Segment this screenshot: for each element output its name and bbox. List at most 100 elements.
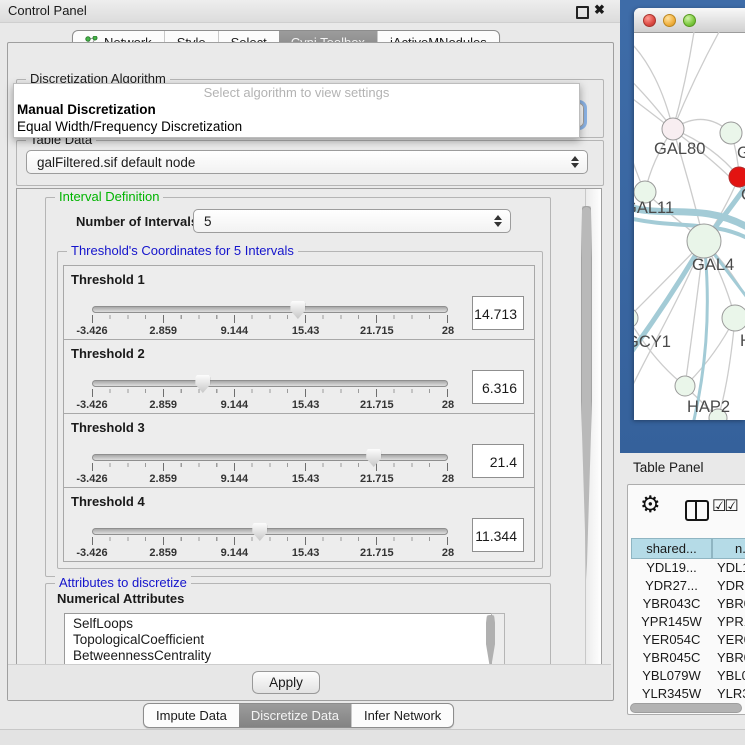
tick-label: -3.426 <box>76 547 107 559</box>
num-intervals-combobox[interactable]: 5 <box>193 209 511 233</box>
network-view-window: GAL80 G C GAL11 GAL4 GCY1 H HAP2 <box>634 8 745 420</box>
tick-label: 15.43 <box>292 399 320 411</box>
column-header-shared[interactable]: shared... <box>631 538 712 559</box>
zoom-traffic-light-icon[interactable] <box>683 14 696 27</box>
close-traffic-light-icon[interactable] <box>643 14 656 27</box>
threshold-slider[interactable]: -3.426 2.859 9.144 15.43 21.715 28 <box>92 526 448 560</box>
table-row[interactable]: YBL079WYBL0... <box>631 667 745 685</box>
tick-label: 28 <box>442 473 454 485</box>
tab-impute-data[interactable]: Impute Data <box>144 704 239 727</box>
slider-tick-labels: -3.426 2.859 9.144 15.43 21.715 28 <box>92 399 448 411</box>
attributes-list-scrollbar[interactable] <box>491 613 505 666</box>
num-intervals-value: 5 <box>204 214 212 229</box>
tick-label: -3.426 <box>76 473 107 485</box>
tick-label: 21.715 <box>360 325 394 337</box>
minimize-traffic-light-icon[interactable] <box>663 14 676 27</box>
table-row[interactable]: YBR045CYBR0... <box>631 649 745 667</box>
numerical-attributes-label: Numerical Attributes <box>57 591 184 606</box>
node-h-partial[interactable] <box>722 305 745 331</box>
table-horizontal-scrollbar[interactable] <box>630 703 742 713</box>
threshold-value-field[interactable]: 14.713 <box>472 296 524 330</box>
table-row[interactable]: YER054CYER0... <box>631 631 745 649</box>
node-label: C <box>741 186 745 204</box>
node-gal80[interactable] <box>662 118 684 140</box>
cyni-mode-tabs: Impute Data Discretize Data Infer Networ… <box>143 703 454 728</box>
popup-option-equal-width-frequency[interactable]: Equal Width/Frequency Discretization <box>14 118 579 135</box>
list-item[interactable]: SelfLoops <box>73 616 504 632</box>
combo-stepper-icon[interactable] <box>494 214 503 228</box>
slider-major-ticks <box>92 537 448 545</box>
settings-vertical-scrollbar[interactable] <box>585 189 601 665</box>
tick-label: 28 <box>442 547 454 559</box>
tick-label: -3.426 <box>76 399 107 411</box>
slider-tick-labels: -3.426 2.859 9.144 15.43 21.715 28 <box>92 325 448 337</box>
threshold-panel: Threshold 2 -3.426 2.859 9.144 15.43 21.… <box>63 339 535 414</box>
slider-major-ticks <box>92 463 448 471</box>
select-columns-checkboxes-icon[interactable]: ☑☑ <box>712 496 737 516</box>
tick-label: 2.859 <box>149 399 177 411</box>
threshold-panel: Threshold 3 -3.426 2.859 9.144 15.43 21.… <box>63 413 535 488</box>
node-hap2[interactable] <box>675 376 695 396</box>
threshold-panel: Threshold 4 -3.426 2.859 9.144 15.43 21.… <box>63 487 535 562</box>
float-window-icon[interactable] <box>576 6 589 19</box>
scrollbar-thumb[interactable] <box>581 206 592 580</box>
numerical-attributes-list[interactable]: SelfLoops TopologicalCoefficient Between… <box>64 613 505 666</box>
combo-stepper-icon[interactable] <box>571 155 580 169</box>
group-title: Interval Definition <box>55 189 163 204</box>
tick-label: 21.715 <box>360 473 394 485</box>
node-selected-red[interactable] <box>729 167 745 187</box>
network-window-titlebar[interactable] <box>634 8 745 33</box>
table-panel-title: Table Panel <box>633 460 704 475</box>
gear-icon[interactable]: ⚙ <box>640 491 661 518</box>
algorithm-settings-scrollpane: Interval Definition Number of Intervals … <box>16 188 602 666</box>
tick-label: 15.43 <box>292 473 320 485</box>
column-header-name[interactable]: n... <box>712 538 745 559</box>
node-label: GAL80 <box>654 140 705 158</box>
table-row[interactable]: YPR145WYPR1... <box>631 613 745 631</box>
close-icon[interactable]: ✖ <box>594 2 605 18</box>
node-label: H <box>740 332 745 350</box>
table-row[interactable]: YDR27...YDR2... <box>631 577 745 595</box>
table-rows: YDL19...YDL1... YDR27...YDR2... YBR043CY… <box>631 559 745 702</box>
tick-label: -3.426 <box>76 325 107 337</box>
node-gcy1[interactable] <box>634 308 638 328</box>
tick-label: 2.859 <box>149 547 177 559</box>
threshold-value-field[interactable]: 6.316 <box>472 370 524 404</box>
table-row[interactable]: YBR043CYBR0... <box>631 595 745 613</box>
node-partial-top-right[interactable] <box>720 122 742 144</box>
table-data-value: galFiltered.sif default node <box>37 155 195 170</box>
threshold-value-field[interactable]: 11.344 <box>472 518 524 552</box>
slider-track[interactable] <box>92 454 448 461</box>
slider-track[interactable] <box>92 380 448 387</box>
tick-label: 9.144 <box>221 473 249 485</box>
table-row[interactable]: YDL19...YDL1... <box>631 559 745 577</box>
group-title: Threshold's Coordinates for 5 Intervals <box>67 243 298 258</box>
threshold-slider[interactable]: -3.426 2.859 9.144 15.43 21.715 28 <box>92 378 448 412</box>
tick-label: 28 <box>442 325 454 337</box>
threshold-slider[interactable]: -3.426 2.859 9.144 15.43 21.715 28 <box>92 304 448 338</box>
apply-button[interactable]: Apply <box>252 671 320 694</box>
tick-label: 9.144 <box>221 547 249 559</box>
tab-infer-network[interactable]: Infer Network <box>351 704 453 727</box>
node-gal4[interactable] <box>687 224 721 258</box>
list-item[interactable]: TopologicalCoefficient <box>73 632 504 648</box>
list-item[interactable]: BetweennessCentrality <box>73 648 504 664</box>
table-row[interactable]: YLR345WYLR3... <box>631 685 745 702</box>
table-data-combobox[interactable]: galFiltered.sif default node <box>26 150 588 174</box>
threshold-panel: Threshold 1 -3.426 2.859 9.144 15.43 21.… <box>63 265 535 340</box>
slider-track[interactable] <box>92 306 448 313</box>
tab-discretize-data[interactable]: Discretize Data <box>239 704 351 727</box>
split-columns-icon[interactable] <box>685 500 709 521</box>
node-label: GCY1 <box>634 333 671 351</box>
threshold-slider[interactable]: -3.426 2.859 9.144 15.43 21.715 28 <box>92 452 448 486</box>
algorithm-dropdown-popup: Select algorithm to view settings Manual… <box>13 83 580 138</box>
application-window: Control Panel ✖ Network Style Select Cyn… <box>0 0 745 745</box>
node-label: GAL4 <box>692 256 734 274</box>
slider-track[interactable] <box>92 528 448 535</box>
network-canvas[interactable]: GAL80 G C GAL11 GAL4 GCY1 H HAP2 <box>634 32 745 420</box>
node-label: GAL11 <box>634 199 674 217</box>
threshold-value-field[interactable]: 21.4 <box>472 444 524 478</box>
threshold-label: Threshold 2 <box>71 346 145 361</box>
popup-option-manual-discretization[interactable]: Manual Discretization <box>14 101 579 118</box>
tick-label: 21.715 <box>360 399 394 411</box>
